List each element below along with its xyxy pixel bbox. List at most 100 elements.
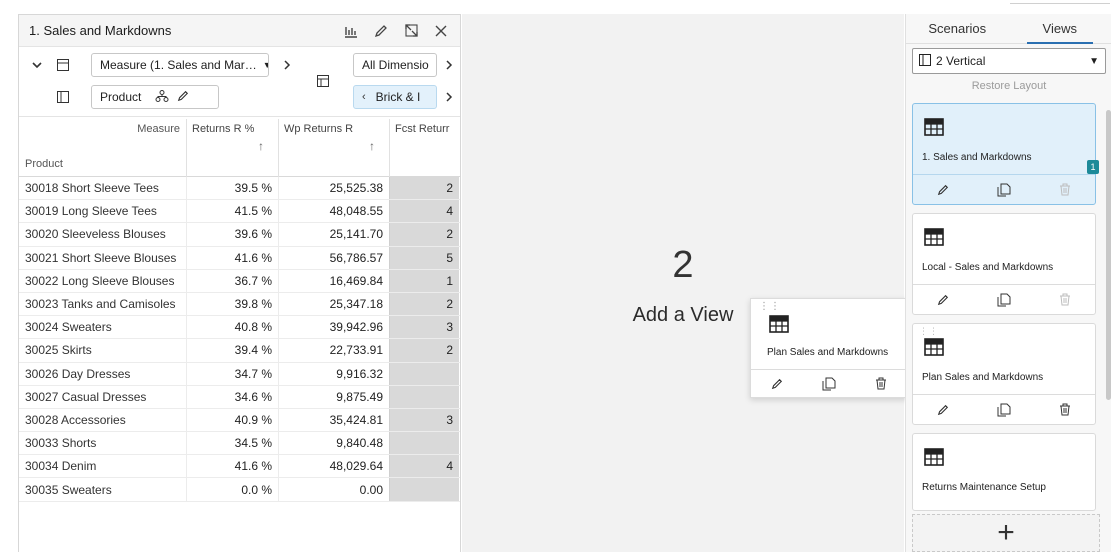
edit-icon[interactable] [372, 22, 390, 40]
dimension-select[interactable]: All Dimensio [353, 53, 437, 77]
wp-returns-cell[interactable]: 16,469.84 [278, 269, 389, 292]
delete-icon[interactable] [871, 374, 891, 394]
product-cell[interactable]: 30018 Short Sleeve Tees [19, 181, 186, 195]
fcst-returns-cell[interactable]: 2 [389, 177, 459, 200]
chevron-left-icon[interactable]: ‹ [362, 91, 366, 103]
returns-pct-cell[interactable]: 39.6 % [186, 223, 278, 246]
fcst-returns-cell[interactable]: 5 [389, 246, 459, 269]
wp-returns-cell[interactable]: 39,942.96 [278, 316, 389, 339]
table-row[interactable]: 30026 Day Dresses 34.7 % 9,916.32 [19, 362, 460, 386]
wp-returns-cell[interactable]: 35,424.81 [278, 408, 389, 432]
table-row[interactable]: 30028 Accessories 40.9 % 35,424.81 3 [19, 408, 460, 433]
wp-returns-cell[interactable]: 9,875.49 [278, 385, 389, 408]
sort-ascending-icon[interactable]: ↑ [369, 139, 375, 153]
wp-returns-cell[interactable]: 9,916.32 [278, 362, 389, 385]
column-header-wp-returns[interactable]: Wp Returns R ↑ [278, 119, 389, 177]
restore-layout-button[interactable]: Restore Layout [912, 80, 1106, 92]
rows-layout-icon[interactable] [53, 55, 73, 75]
brick-chip[interactable]: ‹ Brick & I [353, 85, 437, 109]
wp-returns-cell[interactable]: 56,786.57 [278, 246, 389, 269]
product-cell[interactable]: 30020 Sleeveless Blouses [19, 227, 186, 241]
product-cell[interactable]: 30024 Sweaters [19, 320, 186, 334]
view-card-returns-maintenance-setup[interactable]: Returns Maintenance Setup [912, 433, 1096, 511]
returns-pct-cell[interactable]: 39.5 % [186, 177, 278, 200]
delete-icon[interactable] [1055, 400, 1075, 420]
fcst-returns-cell[interactable] [389, 432, 459, 455]
layout-select[interactable]: 2 Vertical ▼ [912, 48, 1106, 74]
measure-select[interactable]: Measure (1. Sales and Mar… ▼ [91, 53, 269, 77]
chevron-right-icon[interactable] [439, 87, 459, 107]
chevron-right-icon[interactable] [439, 55, 459, 75]
table-row[interactable]: 30019 Long Sleeve Tees 41.5 % 48,048.55 4 [19, 200, 460, 224]
delete-icon[interactable] [1055, 290, 1075, 310]
product-cell[interactable]: 30028 Accessories [19, 413, 186, 427]
drag-handle-icon[interactable]: ⋮⋮ [759, 301, 781, 312]
drag-handle-icon[interactable]: ⋮⋮ [919, 326, 939, 337]
edit-icon[interactable] [177, 90, 189, 105]
sort-ascending-icon[interactable]: ↑ [258, 139, 264, 153]
column-header-fcst-returns[interactable]: Fcst Returr [389, 119, 460, 177]
wp-returns-cell[interactable]: 22,733.91 [278, 339, 389, 362]
returns-pct-cell[interactable]: 36.7 % [186, 269, 278, 292]
fcst-returns-cell[interactable]: 2 [389, 223, 459, 246]
edit-icon[interactable] [933, 400, 953, 420]
scrollbar[interactable] [1106, 110, 1111, 400]
add-view-button[interactable]: + [912, 514, 1100, 552]
product-cell[interactable]: 30027 Casual Dresses [19, 390, 186, 404]
product-cell[interactable]: 30023 Tanks and Camisoles [19, 297, 186, 311]
table-row[interactable]: 30018 Short Sleeve Tees 39.5 % 25,525.38 2 [19, 177, 460, 201]
table-row[interactable]: 30020 Sleeveless Blouses 39.6 % 25,141.70 2 [19, 223, 460, 247]
returns-pct-cell[interactable]: 40.8 % [186, 316, 278, 339]
hierarchy-icon[interactable] [155, 89, 169, 105]
wp-returns-cell[interactable]: 0.00 [278, 478, 389, 501]
table-row[interactable]: 30022 Long Sleeve Blouses 36.7 % 16,469.84… [19, 269, 460, 293]
returns-pct-cell[interactable]: 40.9 % [186, 408, 278, 432]
fcst-returns-cell[interactable] [389, 478, 459, 501]
wp-returns-cell[interactable]: 25,141.70 [278, 223, 389, 246]
returns-pct-cell[interactable]: 0.0 % [186, 478, 278, 501]
fcst-returns-cell[interactable] [389, 362, 459, 385]
wp-returns-cell[interactable]: 25,525.38 [278, 177, 389, 200]
view-card-local-sales-and-markdowns[interactable]: Local - Sales and Markdowns [912, 213, 1096, 315]
column-header-returns-pct[interactable]: Returns R % ↑ [186, 119, 278, 177]
chevron-right-icon[interactable] [277, 55, 297, 75]
wp-returns-cell[interactable]: 48,029.64 [278, 455, 389, 478]
tab-views[interactable]: Views [1009, 14, 1111, 44]
fcst-returns-cell[interactable]: 4 [389, 200, 459, 223]
duplicate-icon[interactable] [994, 180, 1014, 200]
tab-scenarios[interactable]: Scenarios [906, 14, 1009, 43]
product-chip[interactable]: Product [91, 85, 219, 109]
fcst-returns-cell[interactable]: 4 [389, 455, 459, 478]
table-row[interactable]: 30034 Denim 41.6 % 48,029.64 4 [19, 455, 460, 479]
edit-icon[interactable] [933, 180, 953, 200]
view-card-sales-and-markdowns[interactable]: 1. Sales and Markdowns 1 [912, 103, 1099, 205]
returns-pct-cell[interactable]: 41.6 % [186, 455, 278, 478]
product-cell[interactable]: 30026 Day Dresses [19, 367, 186, 381]
returns-pct-cell[interactable]: 34.6 % [186, 385, 278, 408]
fcst-returns-cell[interactable] [389, 385, 459, 408]
product-cell[interactable]: 30034 Denim [19, 459, 186, 473]
returns-pct-cell[interactable]: 39.8 % [186, 292, 278, 316]
wp-returns-cell[interactable]: 9,840.48 [278, 432, 389, 455]
chart-icon[interactable] [342, 22, 360, 40]
view-card-plan-sales-and-markdowns[interactable]: ⋮⋮ Plan Sales and Markdowns [912, 323, 1096, 425]
product-cell[interactable]: 30025 Skirts [19, 343, 186, 357]
add-view-area[interactable]: 2 Add a View [462, 14, 904, 552]
table-row[interactable]: 30025 Skirts 39.4 % 22,733.91 2 [19, 339, 460, 363]
duplicate-icon[interactable] [994, 290, 1014, 310]
returns-pct-cell[interactable]: 34.5 % [186, 432, 278, 455]
edit-icon[interactable] [933, 290, 953, 310]
product-cell[interactable]: 30022 Long Sleeve Blouses [19, 274, 186, 288]
returns-pct-cell[interactable]: 41.5 % [186, 200, 278, 223]
table-row[interactable]: 30027 Casual Dresses 34.6 % 9,875.49 [19, 385, 460, 409]
wp-returns-cell[interactable]: 25,347.18 [278, 292, 389, 316]
returns-pct-cell[interactable]: 39.4 % [186, 339, 278, 362]
columns-layout-icon[interactable] [53, 87, 73, 107]
pivot-swap-icon[interactable] [313, 71, 333, 91]
chevron-down-icon[interactable] [27, 55, 47, 75]
dragging-view-card[interactable]: ⋮⋮ Plan Sales and Markdowns [750, 298, 908, 398]
expand-icon[interactable] [402, 22, 420, 40]
fcst-returns-cell[interactable]: 3 [389, 408, 459, 432]
delete-icon[interactable] [1055, 180, 1075, 200]
close-icon[interactable] [432, 22, 450, 40]
